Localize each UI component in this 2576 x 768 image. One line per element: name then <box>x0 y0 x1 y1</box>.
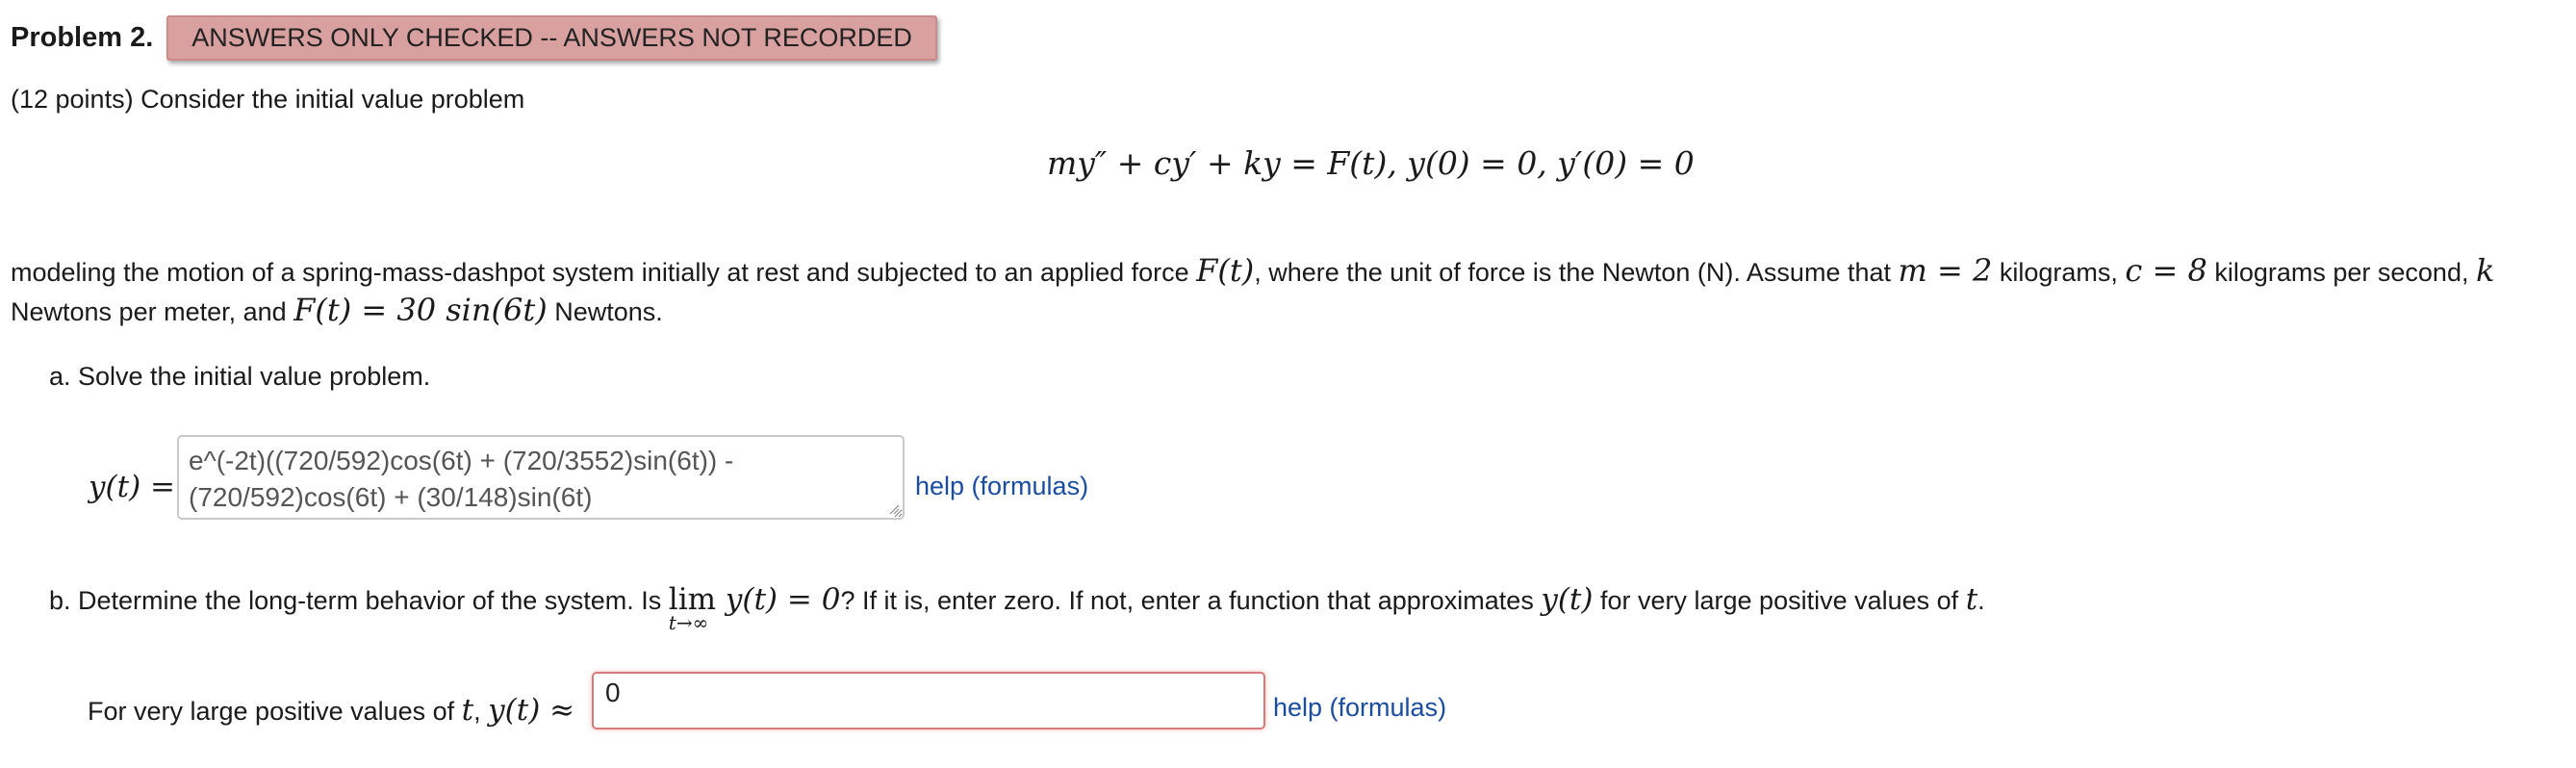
description-line-1: modeling the motion of a spring-mass-das… <box>11 252 2495 289</box>
description-line-2: Newtons per meter, and F(t) = 30 sin(6t)… <box>11 292 663 328</box>
part-a-help-link[interactable]: help (formulas) <box>915 472 1088 501</box>
force-symbol: F(t) <box>1196 252 1255 289</box>
part-b-label: b. Determine the long-term behavior of t… <box>49 582 1985 634</box>
problem-intro: (12 points) Consider the initial value p… <box>11 85 525 114</box>
display-equation: my″ + cy′ + ky = F(t), y(0) = 0, y′(0) =… <box>1047 144 1695 182</box>
part-b-prompt: For very large positive values of t, y(t… <box>88 693 575 728</box>
damping-value: c = 8 <box>2125 252 2207 289</box>
part-a-y-label: y(t) = <box>89 470 175 504</box>
y-of-t-symbol: y(t) <box>1541 582 1594 617</box>
limit-subscript: t→∞ <box>668 611 709 634</box>
limit-body: y(t) = 0 <box>716 582 841 617</box>
approx-label: y(t) ≈ <box>488 693 575 728</box>
problem-page: Problem 2. ANSWERS ONLY CHECKED -- ANSWE… <box>0 0 2576 768</box>
status-badge: ANSWERS ONLY CHECKED -- ANSWERS NOT RECO… <box>166 14 937 61</box>
problem-description: modeling the motion of a spring-mass-das… <box>11 252 2576 331</box>
limit-expression: lim t→∞ <box>669 582 716 634</box>
part-a-answer-field[interactable]: e^(-2t)((720/592)cos(6t) + (720/3552)sin… <box>177 435 905 520</box>
t-symbol: t <box>1965 582 1978 617</box>
part-a-label: a. Solve the initial value problem. <box>49 362 431 391</box>
problem-title: Problem 2. <box>11 21 154 53</box>
force-equation: F(t) = 30 sin(6t) <box>293 292 548 328</box>
problem-header: Problem 2. ANSWERS ONLY CHECKED -- ANSWE… <box>11 14 937 61</box>
resize-grip-icon[interactable] <box>888 503 900 515</box>
part-b-answer-input[interactable]: 0 <box>592 672 1265 730</box>
part-b-help-link[interactable]: help (formulas) <box>1273 693 1446 723</box>
spring-constant-symbol: k <box>2475 252 2495 289</box>
part-a-answer-text: e^(-2t)((720/592)cos(6t) + (720/3552)sin… <box>189 446 734 512</box>
mass-value: m = 2 <box>1898 252 1993 289</box>
